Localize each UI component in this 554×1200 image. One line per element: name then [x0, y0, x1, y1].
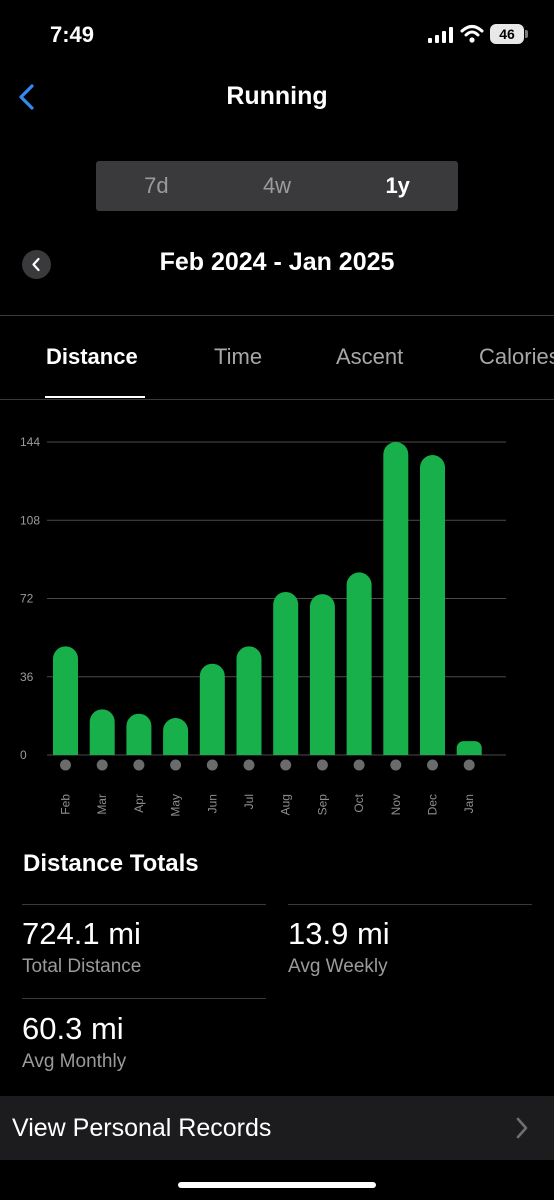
bar-mar	[89, 709, 115, 755]
view-personal-records-row[interactable]: View Personal Records	[0, 1096, 554, 1160]
bar-sep	[309, 594, 335, 755]
tab-ascent[interactable]: Ascent	[336, 344, 403, 370]
x-tick-label: Apr	[132, 794, 146, 813]
x-tick-label: Jul	[242, 794, 256, 809]
bar-may	[163, 718, 189, 755]
x-tick-dot	[463, 759, 475, 771]
wifi-icon	[460, 25, 484, 43]
battery-tip	[525, 30, 528, 38]
cellular-signal-icon	[428, 27, 453, 43]
x-tick-dot	[60, 759, 71, 771]
x-tick-dot	[390, 759, 402, 771]
y-tick-label: 0	[20, 748, 27, 762]
view-personal-records-label: View Personal Records	[12, 1114, 272, 1142]
battery-icon: 46	[490, 24, 530, 44]
x-tick-label: Aug	[279, 794, 293, 815]
x-tick-dot	[280, 759, 292, 771]
period-label: Feb 2024 - Jan 2025	[159, 248, 395, 276]
totals-title: Distance Totals	[23, 850, 199, 877]
x-tick-label: Oct	[352, 793, 366, 812]
x-tick-label: Jan	[462, 794, 476, 813]
x-tick-label: Nov	[389, 794, 403, 815]
divider	[0, 399, 554, 400]
bar-jul	[236, 646, 262, 755]
x-tick-label: Mar	[95, 794, 109, 815]
bar-jan	[456, 741, 482, 755]
stat-divider	[22, 904, 266, 905]
status-bar: 7:49 46	[0, 0, 554, 70]
y-tick-label: 72	[20, 592, 34, 606]
range-option-1y[interactable]: 1y	[337, 161, 458, 211]
x-tick-dot	[353, 759, 365, 771]
tab-distance[interactable]: Distance	[46, 344, 138, 370]
x-tick-label: Dec	[426, 794, 440, 815]
active-tab-indicator	[45, 396, 145, 398]
avg-weekly-label: Avg Weekly	[288, 956, 388, 977]
tab-calories[interactable]: Calories	[479, 344, 554, 370]
x-tick-dot	[316, 759, 328, 771]
bar-apr	[126, 713, 152, 755]
bar-aug	[273, 591, 299, 755]
avg-monthly-label: Avg Monthly	[22, 1051, 127, 1072]
avg-monthly-value: 60.3 mi	[22, 1011, 124, 1046]
stat-divider	[22, 998, 266, 999]
x-tick-dot	[96, 759, 108, 771]
total-distance-label: Total Distance	[22, 956, 142, 977]
x-tick-label: Sep	[315, 794, 329, 816]
chevron-right-icon	[516, 1117, 528, 1139]
status-time: 7:49	[50, 22, 95, 47]
total-distance-value: 724.1 mi	[22, 916, 141, 951]
bar-nov	[383, 442, 409, 755]
x-tick-dot	[133, 759, 145, 771]
bar-dec	[420, 455, 445, 755]
x-tick-label: Feb	[59, 794, 73, 815]
y-tick-label: 36	[20, 670, 34, 684]
y-tick-label: 144	[20, 435, 40, 449]
battery-level: 46	[490, 24, 524, 44]
tab-time[interactable]: Time	[214, 344, 262, 370]
bar-oct	[346, 572, 372, 755]
home-indicator	[178, 1182, 376, 1188]
x-tick-dot	[206, 759, 218, 771]
distance-bar-chart: 0 36 72 108 144 Feb Mar Apr May Jun Jul Aug Sep Oct No…	[20, 435, 506, 817]
avg-weekly-value: 13.9 mi	[288, 916, 390, 951]
x-tick-label: May	[169, 794, 183, 817]
stat-divider	[288, 904, 532, 905]
y-tick-label: 108	[20, 513, 40, 527]
x-tick-label: Jun	[205, 794, 219, 813]
bar-jun	[199, 663, 225, 755]
bar-feb	[53, 646, 78, 755]
range-option-7d[interactable]: 7d	[96, 161, 217, 211]
divider	[0, 315, 554, 316]
page-title: Running	[226, 82, 328, 110]
range-option-4w[interactable]: 4w	[217, 161, 338, 211]
x-tick-dot	[243, 759, 255, 771]
range-segmented-control: 7d 4w 1y	[96, 161, 458, 211]
x-tick-dot	[427, 759, 438, 771]
x-tick-dot	[170, 759, 182, 771]
